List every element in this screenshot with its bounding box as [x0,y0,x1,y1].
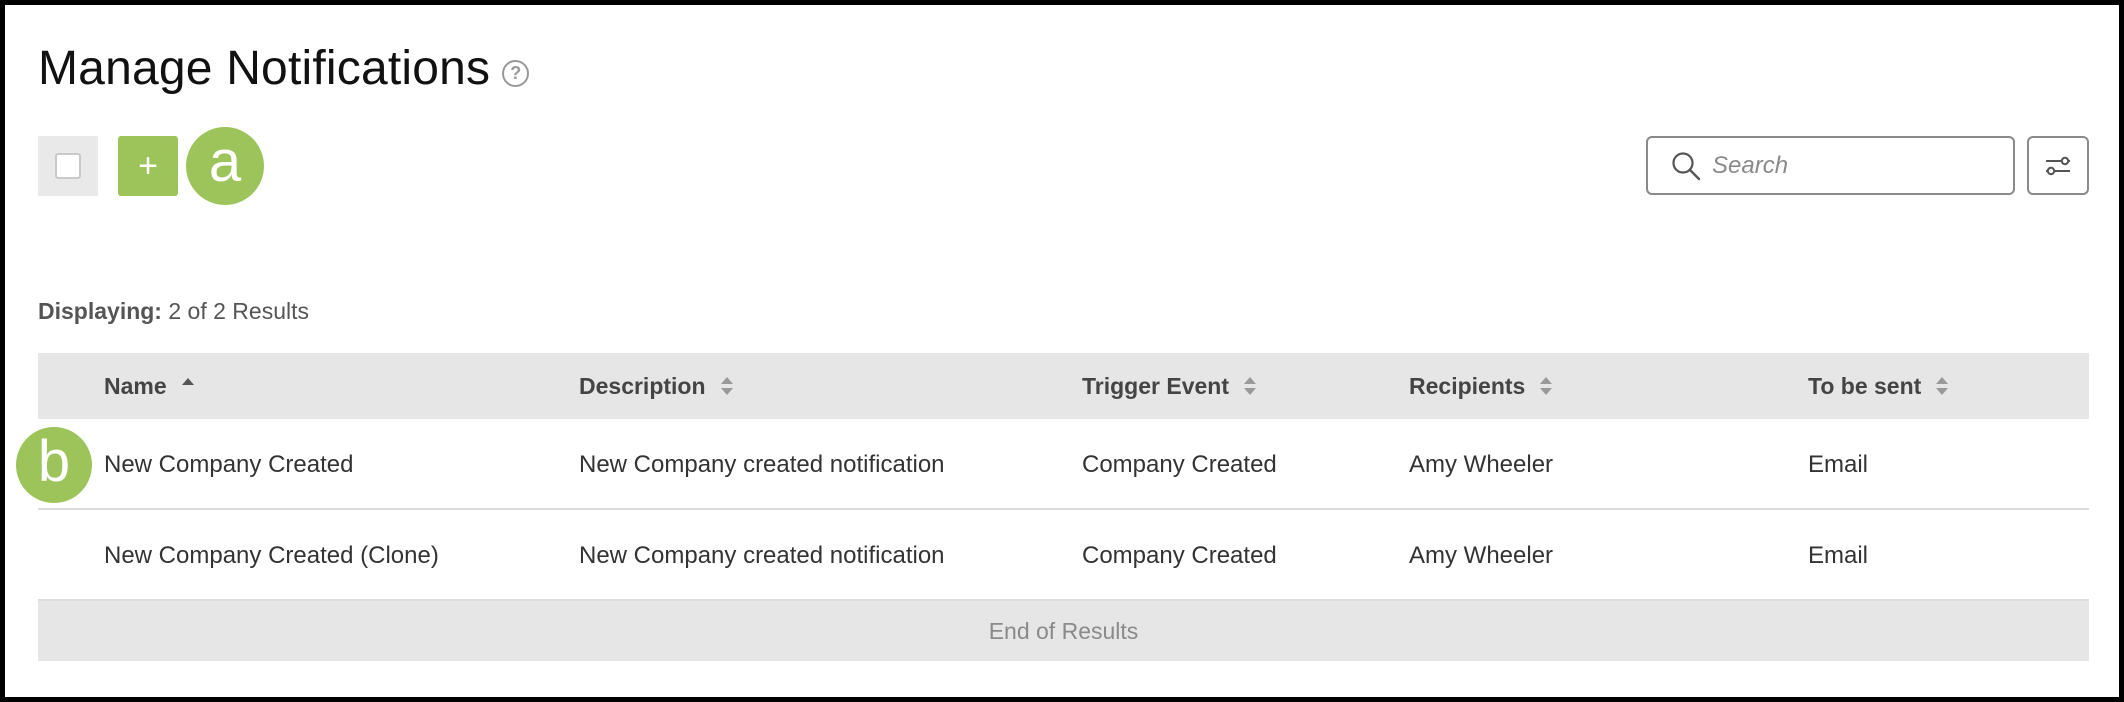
cell-description: New Company created notification [579,450,945,478]
notifications-table: Name Description Trigger Event Recipient… [38,353,2089,661]
callout-b: b [16,427,92,503]
results-label: Displaying: [38,298,162,324]
title-row: Manage Notifications ? [38,41,530,96]
callout-a: a [186,127,264,205]
column-header-to-be-sent[interactable]: To be sent [1808,353,1949,419]
cell-trigger-event: Company Created [1082,450,1277,478]
cell-to-be-sent: Email [1808,541,1869,569]
cell-name[interactable]: New Company Created (Clone) [104,510,439,601]
checkbox-box [55,153,81,179]
page-title: Manage Notifications [38,42,491,95]
sort-ascending-icon [181,378,194,385]
column-header-recipients[interactable]: Recipients [1409,353,1553,419]
table-row[interactable]: New Company Created (Clone) New Company … [38,510,2089,601]
add-notification-button[interactable]: + [118,136,178,196]
select-all-checkbox[interactable] [38,136,98,196]
sort-icon [1936,377,1949,395]
column-label: To be sent [1808,372,1922,399]
end-of-results: End of Results [38,601,2089,661]
column-header-trigger-event[interactable]: Trigger Event [1082,353,1257,419]
table-header: Name Description Trigger Event Recipient… [38,353,2089,419]
cell-to-be-sent: Email [1808,450,1869,478]
sort-icon [1243,377,1256,395]
sliders-icon [2046,156,2070,175]
cell-recipients: Amy Wheeler [1409,450,1554,478]
filter-button[interactable] [2027,136,2089,195]
results-value: 2 of 2 Results [168,298,309,324]
results-count: Displaying: 2 of 2 Results [38,298,309,325]
cell-description: New Company created notification [579,541,945,569]
search-icon [1672,151,1701,180]
cell-trigger-event: Company Created [1082,541,1277,569]
table-row[interactable]: New Company Created New Company created … [38,419,2089,510]
sort-icon [1540,377,1553,395]
cell-name[interactable]: New Company Created [104,419,353,510]
help-icon[interactable]: ? [502,60,530,87]
column-label: Name [104,372,167,399]
search-input[interactable] [1712,151,1992,180]
sort-icon [720,377,733,395]
cell-recipients: Amy Wheeler [1409,541,1554,569]
column-label: Recipients [1409,372,1526,399]
column-label: Trigger Event [1082,372,1229,399]
column-label: Description [579,372,706,399]
column-header-description[interactable]: Description [579,353,734,419]
notifications-page: Manage Notifications ? + a Displaying: 2… [5,5,2119,697]
column-header-name[interactable]: Name [104,353,195,419]
search-box[interactable] [1646,136,2015,195]
